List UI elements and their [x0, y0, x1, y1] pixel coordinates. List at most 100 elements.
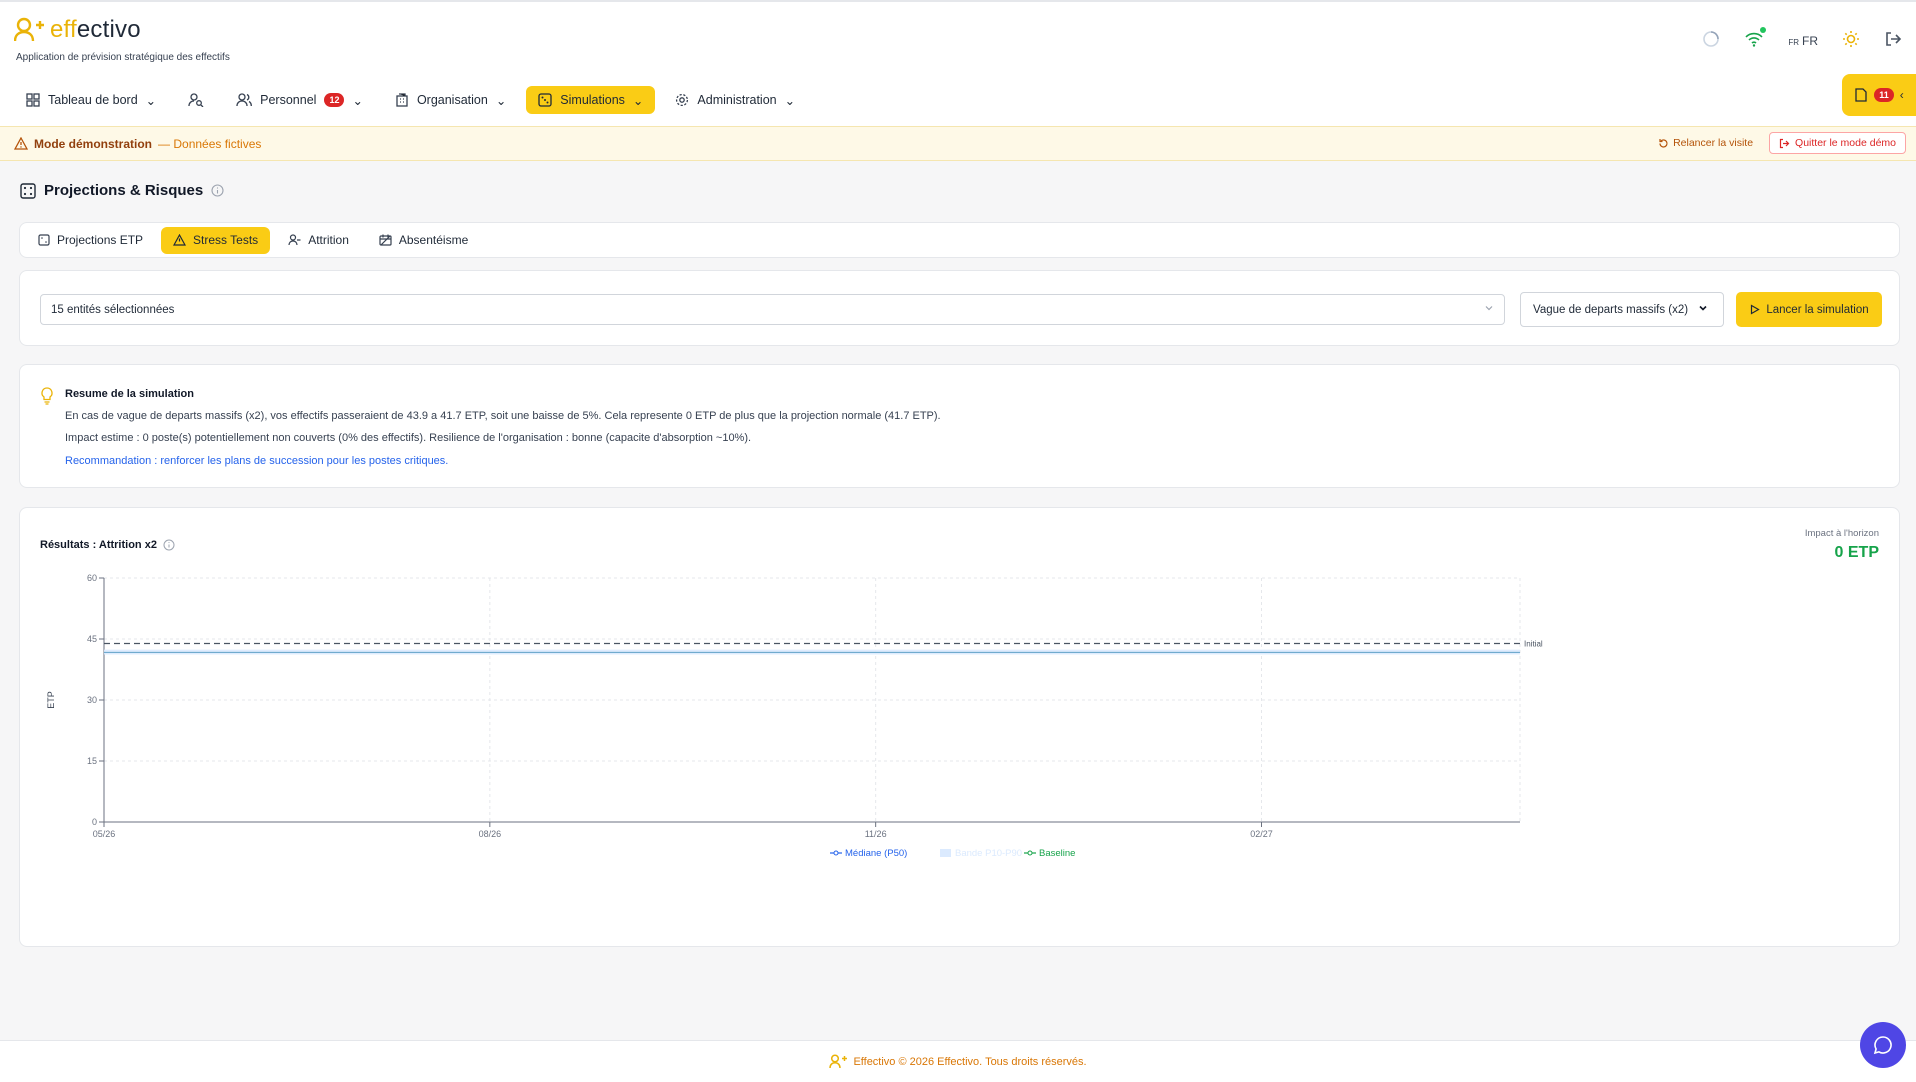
x-tick-label: 11/26 [865, 829, 887, 839]
logo-icon [829, 1054, 848, 1069]
initial-reference-label: Initial [1524, 639, 1543, 648]
legend-label: Bande P10-P90 [955, 848, 1022, 859]
user-minus-icon [288, 234, 301, 246]
info-icon[interactable] [211, 184, 224, 197]
lightbulb-icon [41, 387, 53, 405]
header-actions: FR FR [1702, 27, 1902, 51]
demo-mode-banner: Mode démonstration — Données fictives Re… [0, 126, 1916, 161]
loading-icon [1702, 30, 1720, 51]
legend-label: Baseline [1039, 848, 1075, 859]
run-simulation-button[interactable]: Lancer la simulation [1736, 292, 1882, 327]
chevron-down-icon: ⌄ [495, 93, 507, 108]
chevron-down-icon [1484, 303, 1494, 316]
nav-administration-label: Administration [697, 93, 777, 107]
grid-icon [26, 93, 40, 107]
relaunch-tour-button[interactable]: Relancer la visite [1658, 137, 1753, 149]
nav-simulations-label: Simulations [560, 93, 625, 107]
summary-recommendation[interactable]: Recommandation : renforcer les plans de … [65, 455, 448, 467]
run-simulation-label: Lancer la simulation [1766, 303, 1869, 316]
app-header: effectivo Application de prévision strat… [0, 2, 1916, 126]
chevron-down-icon: ⌄ [784, 93, 796, 108]
tab-stress-tests-label: Stress Tests [193, 233, 259, 247]
tab-projections-etp[interactable]: Projections ETP [26, 227, 155, 254]
play-icon [1751, 304, 1761, 315]
nav-dashboard-label: Tableau de bord [48, 93, 138, 107]
personnel-count-badge: 12 [324, 93, 345, 107]
logout-icon[interactable] [1884, 30, 1902, 51]
brand-name: effectivo [50, 16, 141, 43]
sun-icon[interactable] [1842, 30, 1860, 51]
scenario-selected-value: Vague de departs massifs (x2) [1533, 303, 1689, 316]
nav-organisation-label: Organisation [416, 93, 488, 107]
y-tick-label: 60 [87, 573, 97, 583]
legend-swatch [940, 849, 951, 857]
legend-label: Médiane (P50) [845, 848, 907, 859]
file-icon [1855, 88, 1867, 102]
summary-title: Resume de la simulation [65, 388, 194, 400]
gear-icon [676, 93, 689, 107]
nav-administration[interactable]: Administration ⌄ [663, 86, 807, 114]
nav-user-search[interactable] [176, 86, 216, 114]
footer-text: Effectivo © 2026 Effectivo. Tous droits … [853, 1055, 1087, 1068]
demo-actions: Relancer la visite Quitter le mode démo [1658, 132, 1906, 154]
user-search-icon [188, 93, 204, 107]
warning-icon [14, 137, 28, 150]
scenario-select[interactable]: Vague de departs massifs (x2) [1520, 292, 1724, 327]
nav-simulations[interactable]: Simulations ⌄ [526, 86, 656, 114]
chevron-left-icon: ‹ [1899, 88, 1904, 102]
summary-line-2: Impact estime : 0 poste(s) potentielleme… [65, 432, 752, 444]
y-tick-label: 0 [92, 817, 97, 827]
main-nav: Tableau de bord ⌄ Personnel 12 ⌄ Organis… [14, 86, 807, 114]
chat-button[interactable] [1860, 1022, 1906, 1068]
chevron-down-icon: ⌄ [352, 93, 363, 108]
dice-icon [20, 182, 36, 199]
tab-projections-etp-label: Projections ETP [57, 233, 144, 247]
legend-marker [1027, 850, 1033, 856]
tab-absenteisme-label: Absentéisme [398, 233, 469, 247]
page-footer: Effectivo © 2026 Effectivo. Tous droits … [0, 1040, 1916, 1082]
nav-personnel-label: Personnel [260, 93, 317, 107]
y-axis-label: ETP [46, 691, 56, 709]
nav-dashboard[interactable]: Tableau de bord ⌄ [14, 86, 168, 114]
y-tick-label: 15 [87, 756, 97, 766]
results-chart: 0 15 30 45 60 05/26 08/26 11/26 02/27 ETP Initial M… [46, 573, 1543, 859]
entities-selected-value: 15 entités sélectionnées [51, 303, 175, 316]
users-icon [236, 93, 253, 107]
page-title-text: Projections & Risques [44, 182, 204, 199]
legend-marker [833, 850, 839, 856]
language-label: FR [1802, 33, 1818, 48]
tab-attrition[interactable]: Attrition [276, 227, 361, 254]
y-tick-label: 30 [87, 695, 97, 705]
relaunch-tour-label: Relancer la visite [1673, 137, 1754, 149]
notes-side-tab[interactable]: 11 ‹ [1842, 74, 1916, 116]
chat-bubble-icon [1873, 1036, 1892, 1055]
language-switcher[interactable]: FR FR [1788, 34, 1818, 48]
chevron-down-icon [1698, 303, 1708, 316]
quit-demo-button[interactable]: Quitter le mode démo [1769, 132, 1906, 154]
simulation-summary: Resume de la simulation En cas de vague … [19, 364, 1900, 488]
nav-organisation[interactable]: Organisation ⌄ [383, 86, 518, 114]
chevron-down-icon: ⌄ [632, 93, 644, 108]
quit-demo-label: Quitter le mode démo [1795, 137, 1896, 149]
page-title: Projections & Risques [20, 182, 224, 199]
brand-logo[interactable]: effectivo [14, 16, 141, 44]
tab-absenteisme[interactable]: Absentéisme [367, 227, 480, 254]
calendar-off-icon [379, 234, 392, 246]
wifi-icon[interactable] [1744, 27, 1767, 51]
demo-subtitle: — Données fictives [158, 136, 262, 151]
notes-count-badge: 11 [1874, 88, 1894, 102]
dice-icon [38, 234, 50, 246]
summary-line-1: En cas de vague de departs massifs (x2),… [65, 410, 941, 422]
warning-icon [173, 234, 187, 246]
app-tagline: Application de prévision stratégique des… [16, 52, 230, 63]
y-tick-label: 45 [87, 634, 97, 644]
tab-stress-tests[interactable]: Stress Tests [161, 226, 271, 254]
simulation-controls: 15 entités sélectionnées Vague de depart… [19, 270, 1900, 346]
x-tick-label: 02/27 [1250, 829, 1273, 839]
language-flag: FR [1788, 37, 1799, 47]
building-icon [396, 93, 408, 107]
demo-title: Mode démonstration [34, 136, 153, 151]
exit-icon [1779, 138, 1790, 148]
nav-personnel[interactable]: Personnel 12 ⌄ [224, 86, 375, 114]
entities-multiselect[interactable]: 15 entités sélectionnées [40, 294, 1505, 325]
